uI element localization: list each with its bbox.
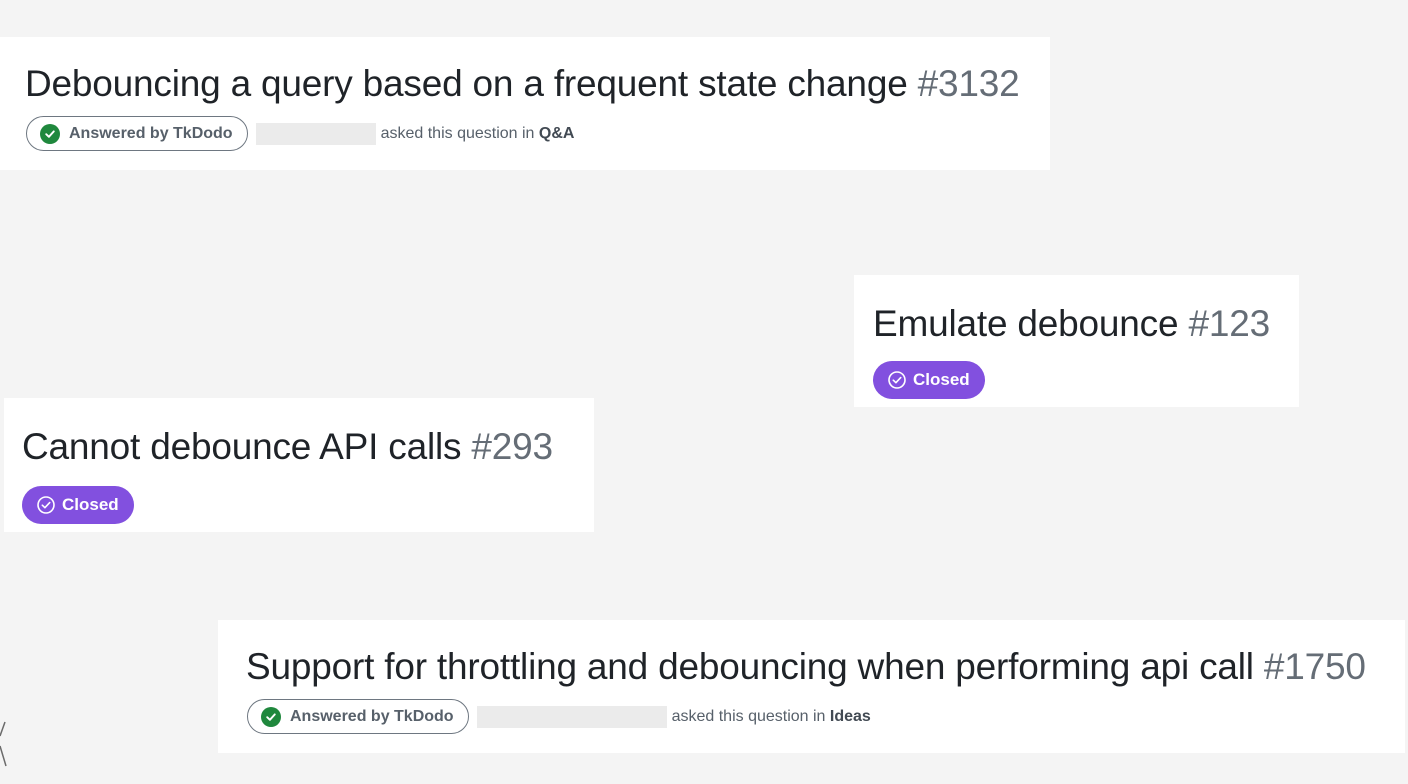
redacted-username — [255, 122, 376, 145]
asked-text: asked this question in — [671, 707, 826, 725]
answered-badge-label: Answered by TkDodo — [290, 707, 454, 725]
discussion-title[interactable]: Debouncing a query based on a frequent s… — [25, 62, 1020, 106]
asked-text: asked this question in — [380, 124, 535, 142]
check-circle-outline-icon — [888, 371, 906, 389]
closed-badge-label: Closed — [62, 495, 119, 514]
discussion-number: #1750 — [1263, 646, 1366, 687]
closed-badge-label: Closed — [913, 370, 970, 389]
answered-badge[interactable]: Answered by TkDodo — [247, 699, 469, 734]
answered-badge-label: Answered by TkDodo — [69, 124, 233, 142]
answered-badge[interactable]: Answered by TkDodo — [26, 116, 248, 151]
category-link[interactable]: Ideas — [830, 708, 871, 726]
discussion-title[interactable]: Support for throttling and debouncing wh… — [246, 645, 1366, 689]
discussion-card-293: Cannot debounce API calls #293 Closed — [4, 398, 594, 532]
discussion-title[interactable]: Cannot debounce API calls #293 — [22, 425, 553, 469]
closed-badge[interactable]: Closed — [22, 486, 134, 524]
discussion-number: #123 — [1188, 303, 1270, 344]
discussion-meta: Answered by TkDodo asked this question i… — [26, 116, 574, 151]
check-circle-fill-icon — [40, 123, 60, 144]
discussion-card-3132: Debouncing a query based on a frequent s… — [0, 37, 1050, 170]
closed-badge[interactable]: Closed — [873, 361, 985, 399]
discussion-card-123: Emulate debounce #123 Closed — [854, 275, 1299, 407]
discussion-title[interactable]: Emulate debounce #123 — [873, 302, 1270, 346]
discussion-number: #293 — [471, 426, 553, 467]
discussion-card-1750: Support for throttling and debouncing wh… — [218, 620, 1405, 753]
check-circle-outline-icon — [37, 496, 55, 514]
category-link[interactable]: Q&A — [539, 125, 575, 143]
check-circle-fill-icon — [261, 706, 281, 727]
discussion-number: #3132 — [917, 63, 1020, 104]
cursor-fragment-icon — [0, 721, 7, 767]
discussion-meta: Answered by TkDodo asked this question i… — [247, 699, 871, 734]
redacted-username — [476, 705, 667, 728]
